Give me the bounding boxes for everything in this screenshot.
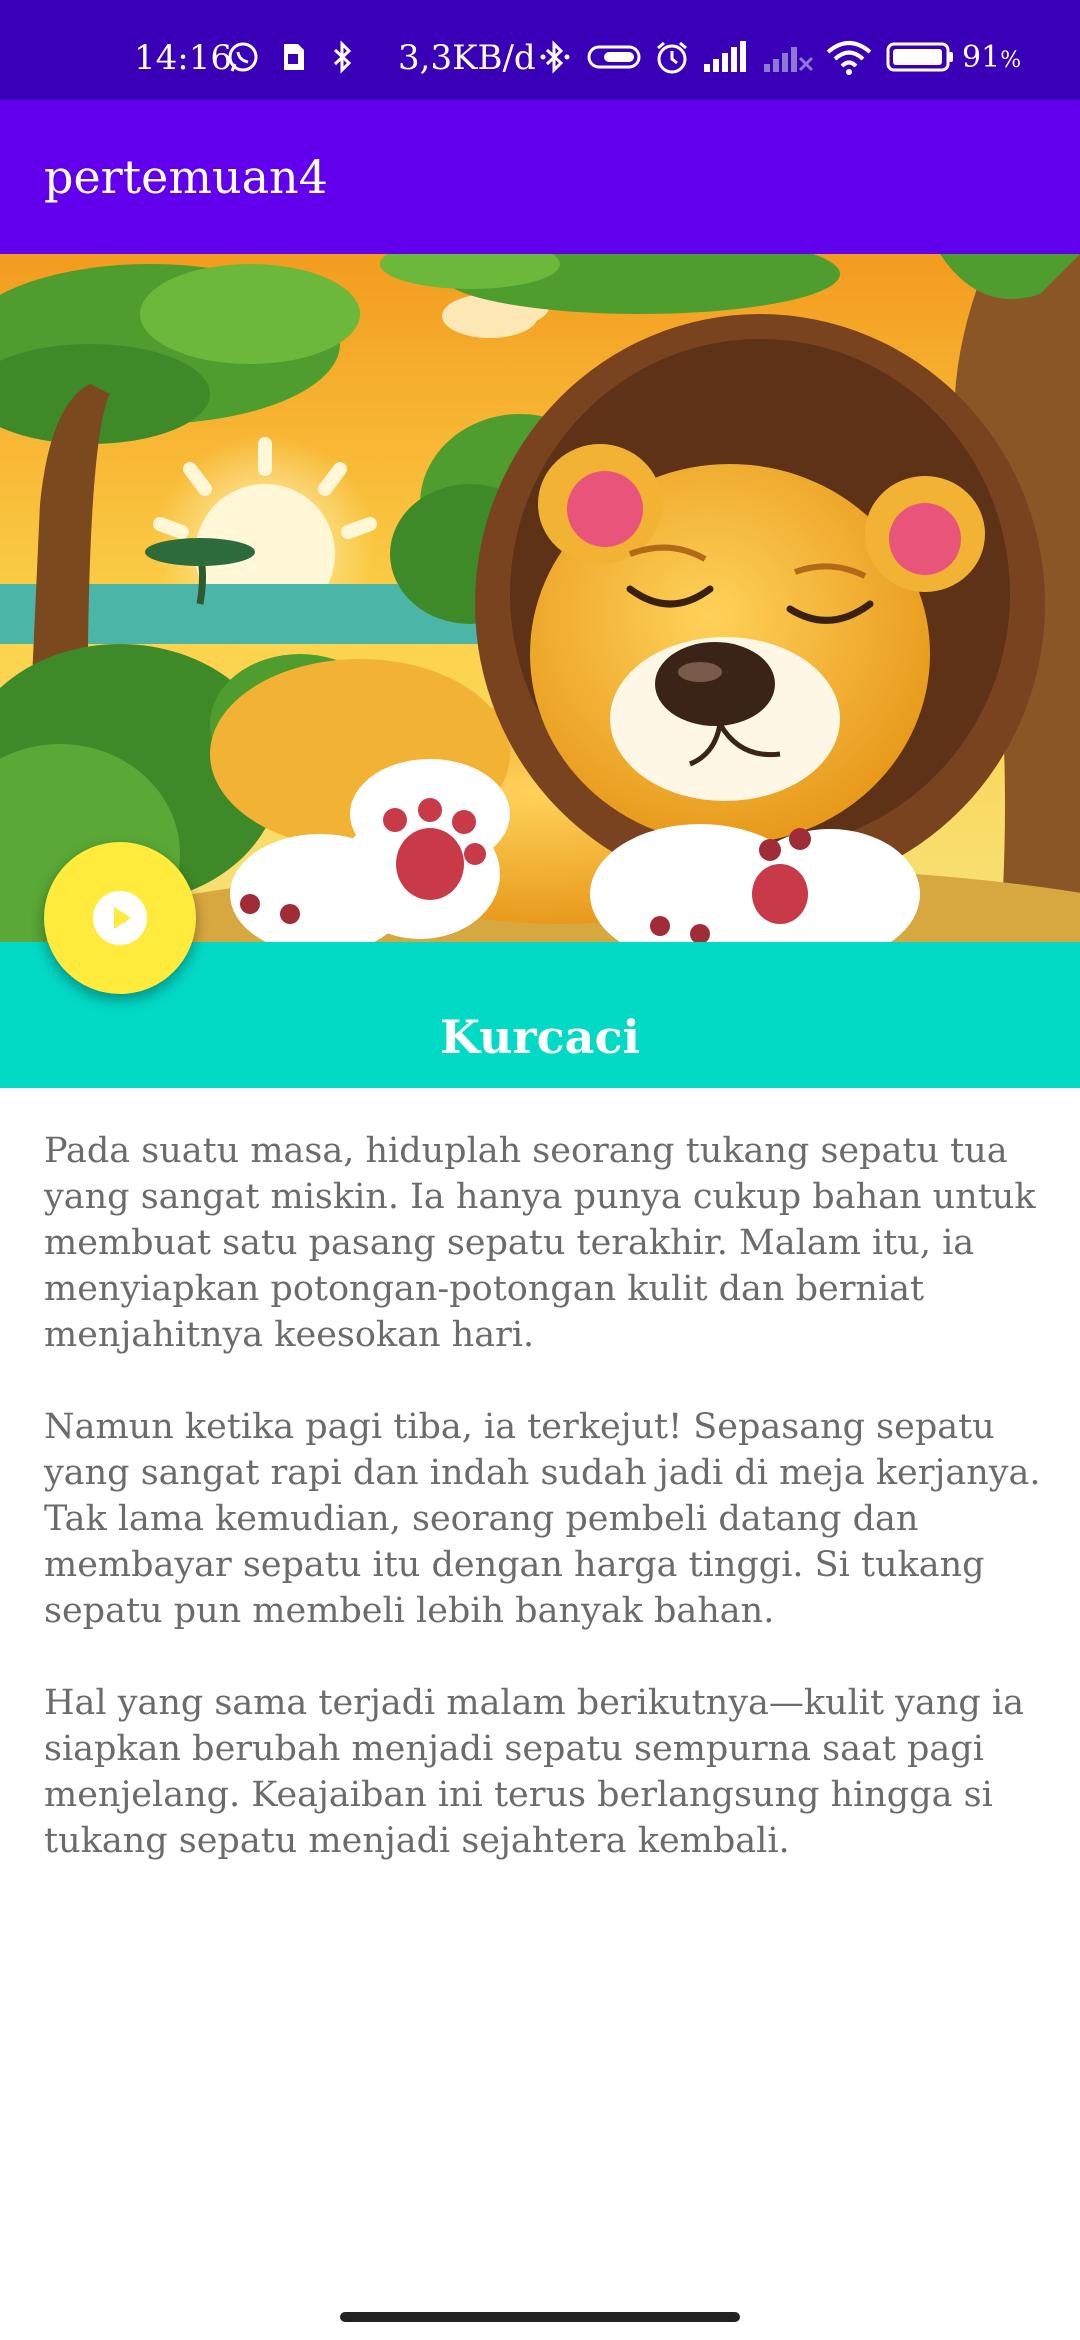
app-title: pertemuan4 bbox=[44, 150, 328, 204]
battery-percent: 91% bbox=[962, 40, 1022, 75]
story-text: Pada suatu masa, hiduplah seorang tukang… bbox=[44, 1128, 1044, 1910]
bluetooth-icon bbox=[330, 40, 356, 83]
network-speed: 3,3KB/d bbox=[398, 38, 536, 78]
gesture-nav-bar[interactable] bbox=[340, 2312, 740, 2322]
signal-off-icon bbox=[762, 40, 814, 83]
status-time: 14:16 bbox=[134, 38, 232, 78]
story-paragraph: Namun ketika pagi tiba, ia terkejut! Sep… bbox=[44, 1407, 1041, 1631]
play-button[interactable] bbox=[44, 842, 196, 994]
alarm-icon bbox=[654, 40, 690, 85]
story-paragraph: Pada suatu masa, hiduplah seorang tukang… bbox=[44, 1131, 1036, 1355]
app-bar: pertemuan4 bbox=[0, 100, 1080, 254]
whatsapp-icon bbox=[226, 40, 260, 83]
status-bar: 14:16 3,3KB/d 91% bbox=[0, 0, 1080, 100]
wifi-icon bbox=[826, 40, 872, 85]
battery-icon bbox=[886, 40, 956, 83]
story-title: Kurcaci bbox=[440, 1010, 640, 1064]
signal-icon bbox=[702, 40, 750, 83]
bluetooth-connected-icon bbox=[538, 40, 572, 83]
sim-icon bbox=[276, 40, 310, 83]
link-icon bbox=[586, 40, 642, 83]
story-image bbox=[0, 254, 1080, 942]
play-icon bbox=[93, 891, 147, 945]
story-paragraph: Hal yang sama terjadi malam berikutnya—k… bbox=[44, 1683, 1024, 1861]
